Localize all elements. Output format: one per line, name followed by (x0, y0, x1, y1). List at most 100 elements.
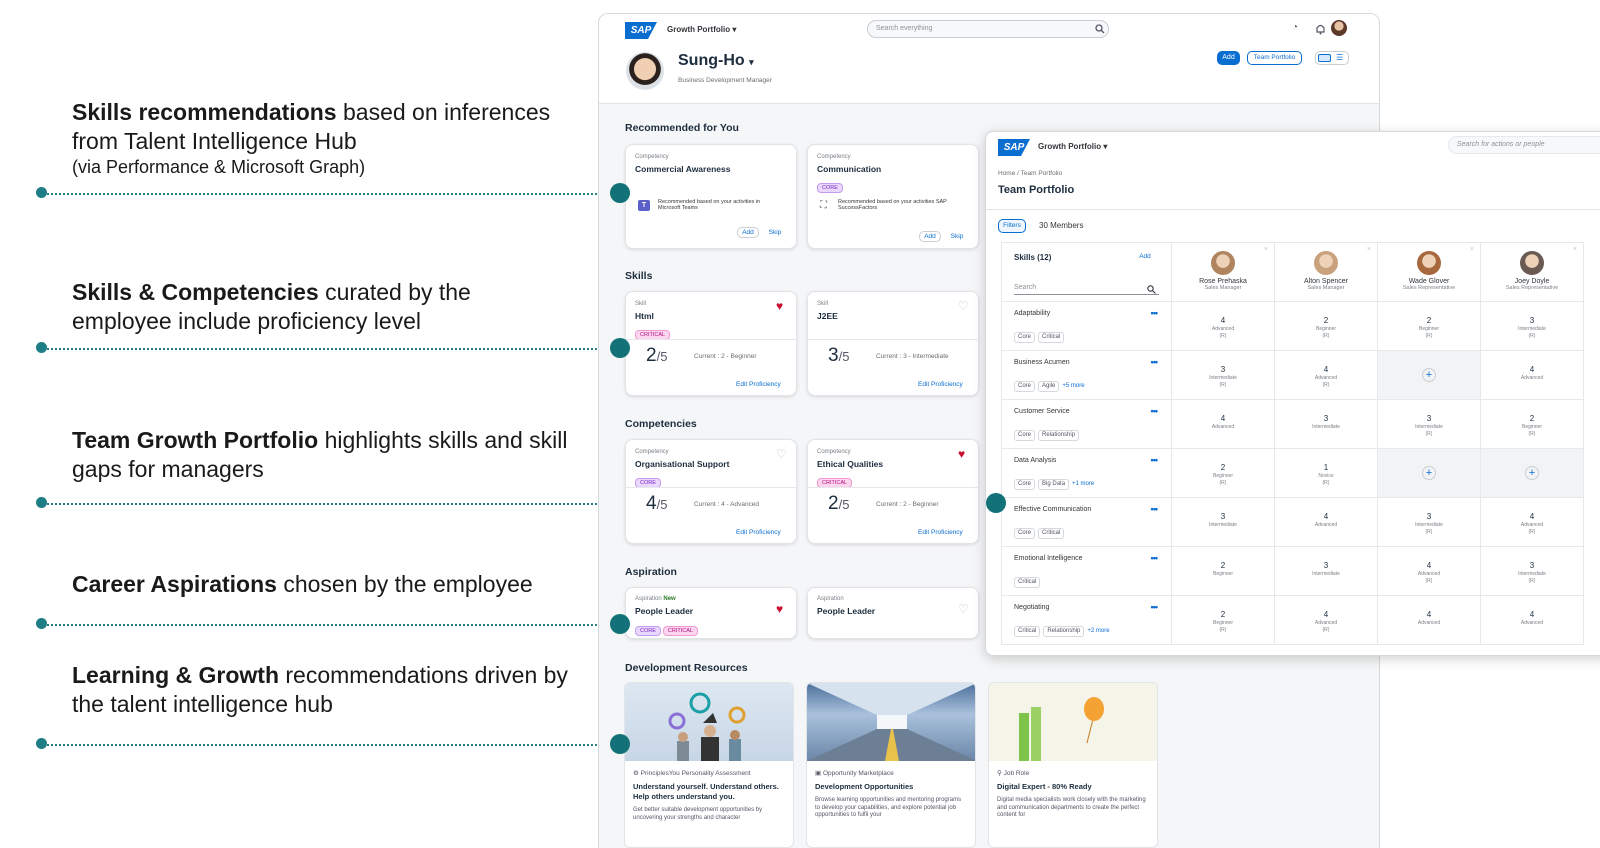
skill-search-input[interactable]: Search (1014, 281, 1159, 295)
skip-button[interactable]: Skip (946, 231, 968, 242)
more-options-icon[interactable]: ••• (1151, 455, 1159, 465)
proficiency-cell[interactable]: 3 Intermediate (R) (1172, 351, 1275, 400)
skill-row-cell[interactable]: Customer Service ••• Core Relationship (1001, 400, 1172, 449)
more-options-icon[interactable]: ••• (1151, 406, 1159, 416)
skill-row-cell[interactable]: Data Analysis ••• Core Big Data +1 more (1001, 449, 1172, 498)
skill-row-cell[interactable]: Business Acumen ••• Core Agile +5 more (1001, 351, 1172, 400)
add-button[interactable]: Add (737, 227, 759, 238)
more-options-icon[interactable]: ••• (1151, 553, 1159, 563)
heart-filled-icon[interactable]: ♥ (776, 603, 783, 615)
member-header-cell[interactable]: Joey Doyle Sales Representative × (1481, 242, 1584, 302)
proficiency-cell[interactable]: 4 Advanced (R) (1481, 498, 1584, 547)
competency-card[interactable]: Competency Ethical Qualities CRITICAL ♥ … (807, 439, 979, 544)
bell-icon[interactable] (1315, 23, 1326, 35)
proficiency-cell[interactable]: 4 Advanced (R) (1172, 302, 1275, 351)
more-options-icon[interactable]: ••• (1151, 308, 1159, 318)
proficiency-cell[interactable]: 3 Intermediate (R) (1481, 547, 1584, 596)
proficiency-cell[interactable]: 2 Beginner (R) (1378, 302, 1481, 351)
add-proficiency-icon[interactable]: + (1525, 466, 1539, 480)
proficiency-cell[interactable]: 3 Intermediate (R) (1378, 498, 1481, 547)
user-avatar[interactable] (1331, 20, 1347, 36)
proficiency-cell[interactable]: 1 Novice (R) (1275, 449, 1378, 498)
skill-row-cell[interactable]: Emotional Intelligence ••• Critical (1001, 547, 1172, 596)
proficiency-cell[interactable]: 3 Intermediate (R) (1378, 400, 1481, 449)
skill-row-cell[interactable]: Adaptability ••• Core Critical (1001, 302, 1172, 351)
competency-card[interactable]: Competency Organisational Support CORE ♡… (625, 439, 797, 544)
heart-filled-icon[interactable]: ♥ (958, 448, 965, 460)
proficiency-cell[interactable]: 4 Advanced (R) (1378, 547, 1481, 596)
proficiency-cell[interactable]: 3 Intermediate (1275, 547, 1378, 596)
dev-resource-card[interactable]: ⚲ Job Role Digital Expert - 80% Ready Di… (988, 682, 1158, 848)
heart-filled-icon[interactable]: ♥ (776, 300, 783, 312)
skill-card[interactable]: Skill J2EE ♡ 3/5 Current : 3 - Intermedi… (807, 291, 979, 396)
skill-row-cell[interactable]: Negotiating ••• Critical Relationship +2 m… (1001, 596, 1172, 645)
dev-resource-card[interactable]: ▣ Opportunity Marketplace Development Op… (806, 682, 976, 848)
close-icon[interactable]: × (1470, 246, 1474, 253)
proficiency-cell[interactable]: 4 Advanced (1481, 596, 1584, 645)
proficiency-cell[interactable]: 2 Beginner (R) (1172, 596, 1275, 645)
edit-proficiency-link[interactable]: Edit Proficiency (918, 529, 963, 536)
heart-outline-icon[interactable]: ♡ (958, 300, 969, 312)
proficiency-cell[interactable]: 3 Intermediate (1172, 498, 1275, 547)
add-proficiency-icon[interactable]: + (1422, 368, 1436, 382)
proficiency-cell[interactable]: 2 Beginner (R) (1172, 449, 1275, 498)
list-view-icon[interactable]: ☰ (1336, 53, 1343, 62)
proficiency-cell[interactable]: 4 Advanced (1275, 498, 1378, 547)
view-toggle[interactable]: ☰ (1315, 51, 1349, 65)
skill-card[interactable]: Skill Html CRITICAL ♥ 2/5 Current : 2 - … (625, 291, 797, 396)
more-options-icon[interactable]: ••• (1151, 357, 1159, 367)
team-portfolio-button[interactable]: Team Portfolio (1247, 51, 1302, 65)
more-tags-link[interactable]: +5 more (1062, 383, 1084, 389)
member-header-cell[interactable]: Wade Glover Sales Representative × (1378, 242, 1481, 302)
skill-gap-cell[interactable]: + (1378, 351, 1481, 400)
member-header-cell[interactable]: Rose Prehaska Sales Manager × (1172, 242, 1275, 302)
recommendation-card[interactable]: Competency Communication CORE ⛶ Recommen… (807, 144, 979, 249)
skill-row-cell[interactable]: Effective Communication ••• Core Critical (1001, 498, 1172, 547)
edit-proficiency-link[interactable]: Edit Proficiency (736, 529, 781, 536)
product-menu[interactable]: Growth Portfolio ▾ (667, 25, 736, 34)
proficiency-cell[interactable]: 3 Intermediate (R) (1481, 302, 1584, 351)
close-icon[interactable]: × (1264, 246, 1268, 253)
more-options-icon[interactable]: ••• (1151, 504, 1159, 514)
close-icon[interactable]: × (1573, 246, 1577, 253)
more-options-icon[interactable]: ••• (1151, 602, 1159, 612)
proficiency-cell[interactable]: 4 Advanced (1172, 400, 1275, 449)
edit-proficiency-link[interactable]: Edit Proficiency (736, 381, 781, 388)
add-proficiency-icon[interactable]: + (1422, 466, 1436, 480)
recommendation-card[interactable]: Competency Commercial Awareness T Recomm… (625, 144, 797, 249)
skill-gap-cell[interactable]: + (1378, 449, 1481, 498)
more-tags-link[interactable]: +2 more (1087, 628, 1109, 634)
proficiency-cell[interactable]: 4 Advanced (R) (1275, 351, 1378, 400)
skip-button[interactable]: Skip (764, 227, 786, 238)
more-tags-link[interactable]: +1 more (1072, 481, 1094, 487)
add-skill-button[interactable]: Add (1134, 251, 1156, 263)
search-icon[interactable] (1095, 24, 1105, 34)
breadcrumb[interactable]: Home / Team Portfolio (998, 170, 1062, 177)
proficiency-cell[interactable]: 4 Advanced (R) (1275, 596, 1378, 645)
add-button[interactable]: Add (1217, 51, 1240, 65)
team-search-input[interactable]: Search for actions or people (1448, 136, 1600, 154)
close-icon[interactable]: × (1367, 246, 1371, 253)
proficiency-cell[interactable]: 4 Advanced (1481, 351, 1584, 400)
dev-resource-card[interactable]: ⚙ PrinciplesYou Personality Assessment U… (624, 682, 794, 848)
heart-outline-icon[interactable]: ♡ (776, 448, 787, 460)
proficiency-cell[interactable]: 3 Intermediate (1275, 400, 1378, 449)
proficiency-cell[interactable]: 2 Beginner (R) (1275, 302, 1378, 351)
edit-proficiency-link[interactable]: Edit Proficiency (918, 381, 963, 388)
add-button[interactable]: Add (919, 231, 941, 242)
filters-button[interactable]: Filters (998, 219, 1026, 233)
search-input[interactable]: Search everything (867, 20, 1109, 38)
proficiency-cell[interactable]: 2 Beginner (1172, 547, 1275, 596)
skill-gap-cell[interactable]: + (1481, 449, 1584, 498)
profile-name[interactable]: Sung-Ho ▾ (678, 52, 754, 70)
proficiency-cell[interactable]: 2 Beginner (R) (1481, 400, 1584, 449)
product-menu[interactable]: Growth Portfolio ▾ (1038, 142, 1107, 151)
copilot-icon[interactable]: ◔ (1292, 22, 1298, 33)
aspiration-card[interactable]: Aspiration People Leader ♡ (807, 587, 979, 639)
proficiency-cell[interactable]: 4 Advanced (1378, 596, 1481, 645)
search-icon[interactable] (1147, 285, 1156, 294)
aspiration-card[interactable]: Aspiration New People Leader CORE CRITICA… (625, 587, 797, 639)
grid-view-icon[interactable] (1318, 54, 1331, 62)
heart-outline-icon[interactable]: ♡ (958, 603, 969, 615)
member-header-cell[interactable]: Alton Spencer Sales Manager × (1275, 242, 1378, 302)
